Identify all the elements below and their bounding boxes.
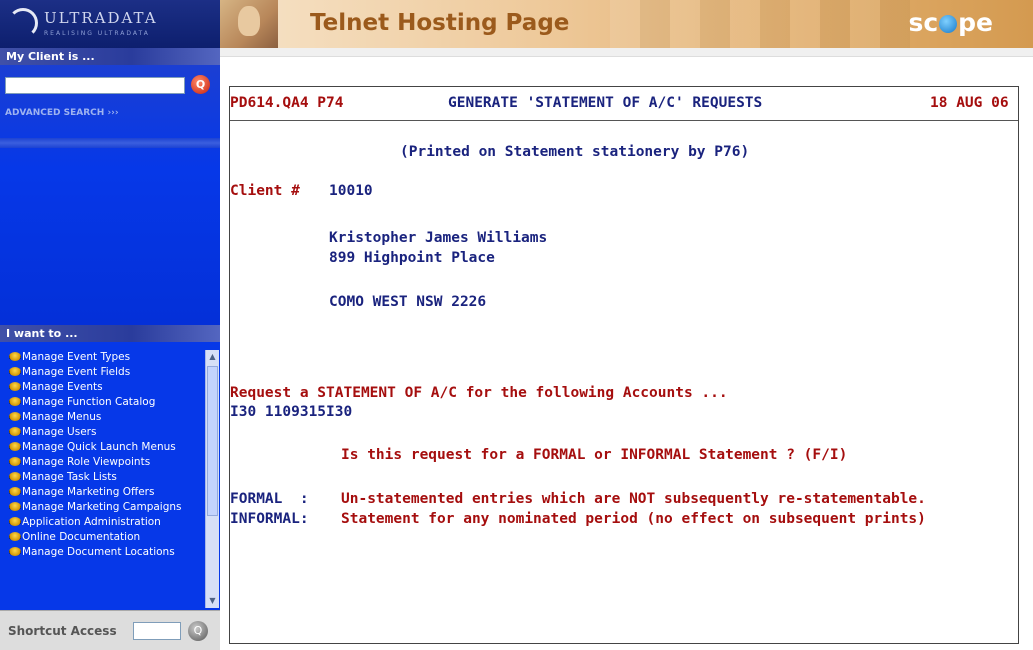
menu-item-label: Manage Role Viewpoints	[22, 456, 151, 468]
informal-label: INFORMAL:	[230, 511, 309, 527]
client-header: My Client is ...	[0, 48, 220, 65]
subheading: (Printed on Statement stationery by P76)	[400, 144, 750, 160]
menu-item[interactable]: Manage Role Viewpoints	[0, 455, 205, 470]
client-number: 10010	[329, 183, 373, 199]
hard-hat-icon	[9, 427, 21, 436]
divider	[0, 138, 220, 148]
menu-item-label: Manage Event Fields	[22, 366, 131, 378]
menu-item-label: Manage Document Locations	[22, 546, 175, 558]
address-line-2: 899 Highpoint Place	[329, 250, 495, 266]
ultradata-logo: ULTRADATA REALISING ULTRADATA	[0, 0, 220, 48]
hard-hat-icon	[9, 397, 21, 406]
client-search-panel: Q ADVANCED SEARCH ›››	[0, 65, 220, 325]
address-line-1: Kristopher James Williams	[329, 230, 548, 246]
menu-item[interactable]: Manage Events	[0, 380, 205, 395]
client-label: Client #	[230, 183, 300, 199]
menu-item-label: Manage Task Lists	[22, 471, 117, 483]
menu-item-label: Manage Function Catalog	[22, 396, 156, 408]
menu-item[interactable]: Manage Marketing Offers	[0, 485, 205, 500]
menu-item[interactable]: Manage Event Fields	[0, 365, 205, 380]
informal-description: Statement for any nominated period (no e…	[341, 511, 926, 527]
menu-item-label: Manage Marketing Campaigns	[22, 501, 182, 513]
shortcut-label: Shortcut Access	[8, 624, 117, 638]
globe-icon	[939, 15, 958, 33]
address-line-3: COMO WEST NSW 2226	[329, 294, 487, 310]
menu-item[interactable]: Manage Menus	[0, 410, 205, 425]
hard-hat-icon	[9, 517, 21, 526]
hard-hat-icon	[9, 457, 21, 466]
hard-hat-icon	[9, 367, 21, 376]
logo-tagline: REALISING ULTRADATA	[44, 30, 150, 37]
hard-hat-icon	[9, 382, 21, 391]
menu-scrollbar[interactable]: ▲ ▼	[205, 350, 219, 608]
menu-item[interactable]: Manage Task Lists	[0, 470, 205, 485]
banner-separator	[220, 48, 1033, 57]
menu-item-label: Manage Quick Launch Menus	[22, 441, 176, 453]
menu-item[interactable]: Manage Document Locations	[0, 545, 205, 560]
screen-date: 18 AUG 06	[930, 95, 1009, 111]
page-banner: Telnet Hosting Page sc pe	[220, 0, 1033, 48]
hard-hat-icon	[9, 547, 21, 556]
search-icon: Q	[195, 78, 206, 91]
banner-photo	[220, 0, 278, 48]
shortcut-bar: Shortcut Access Q	[0, 610, 220, 650]
shortcut-go-button[interactable]: Q	[188, 621, 208, 641]
menu-item[interactable]: Manage Quick Launch Menus	[0, 440, 205, 455]
hard-hat-icon	[9, 352, 21, 361]
menu-item-label: Manage Menus	[22, 411, 102, 423]
menu-item[interactable]: Manage Marketing Campaigns	[0, 500, 205, 515]
hard-hat-icon	[9, 442, 21, 451]
client-search-button[interactable]: Q	[191, 75, 210, 94]
menu-item-label: Manage Users	[22, 426, 97, 438]
ultradata-swirl-icon	[8, 8, 38, 38]
menu-item-label: Application Administration	[22, 516, 161, 528]
scrollbar-thumb[interactable]	[207, 366, 218, 516]
menu-item-label: Online Documentation	[22, 531, 141, 543]
screen-heading: GENERATE 'STATEMENT OF A/C' REQUESTS	[448, 95, 763, 111]
scroll-down-icon[interactable]: ▼	[207, 594, 218, 608]
menu-item-label: Manage Event Types	[22, 351, 131, 363]
scroll-up-icon[interactable]: ▲	[207, 350, 218, 364]
advanced-search-link[interactable]: ADVANCED SEARCH ›››	[5, 108, 119, 118]
menu-item[interactable]: Manage Function Catalog	[0, 395, 205, 410]
client-search-input[interactable]	[5, 77, 185, 94]
menu-item[interactable]: Manage Users	[0, 425, 205, 440]
search-icon: Q	[193, 624, 203, 637]
formal-informal-question: Is this request for a FORMAL or INFORMAL…	[341, 447, 848, 463]
sidebar: ULTRADATA REALISING ULTRADATA My Client …	[0, 0, 220, 650]
shortcut-input[interactable]	[133, 622, 181, 640]
hard-hat-icon	[9, 472, 21, 481]
banner-decoration	[610, 0, 910, 48]
menu-item-label: Manage Marketing Offers	[22, 486, 155, 498]
request-prompt: Request a STATEMENT OF A/C for the follo…	[230, 385, 728, 401]
hard-hat-icon	[9, 502, 21, 511]
screen-id: PD614.QA4 P74	[230, 95, 344, 111]
page-title: Telnet Hosting Page	[310, 10, 570, 36]
hard-hat-icon	[9, 532, 21, 541]
terminal-divider	[230, 120, 1018, 121]
menu-item-label: Manage Events	[22, 381, 103, 393]
scope-logo: sc pe	[908, 8, 993, 37]
menu-item[interactable]: Online Documentation	[0, 530, 205, 545]
iwant-header: I want to ...	[0, 325, 220, 342]
telnet-terminal[interactable]: PD614.QA4 P74 GENERATE 'STATEMENT OF A/C…	[229, 86, 1019, 644]
menu-item[interactable]: Application Administration	[0, 515, 205, 530]
menu-item[interactable]: Manage Event Types	[0, 350, 205, 365]
hard-hat-icon	[9, 412, 21, 421]
iwant-menu-list: Manage Event Types Manage Event Fields Man…	[0, 350, 205, 608]
account-number: I30 1109315I30	[230, 404, 353, 420]
logo-text: ULTRADATA	[44, 9, 158, 27]
formal-description: Un-statemented entries which are NOT sub…	[341, 491, 926, 507]
iwant-menu-panel: Manage Event Types Manage Event Fields Man…	[0, 342, 220, 610]
hard-hat-icon	[9, 487, 21, 496]
formal-label: FORMAL :	[230, 491, 309, 507]
